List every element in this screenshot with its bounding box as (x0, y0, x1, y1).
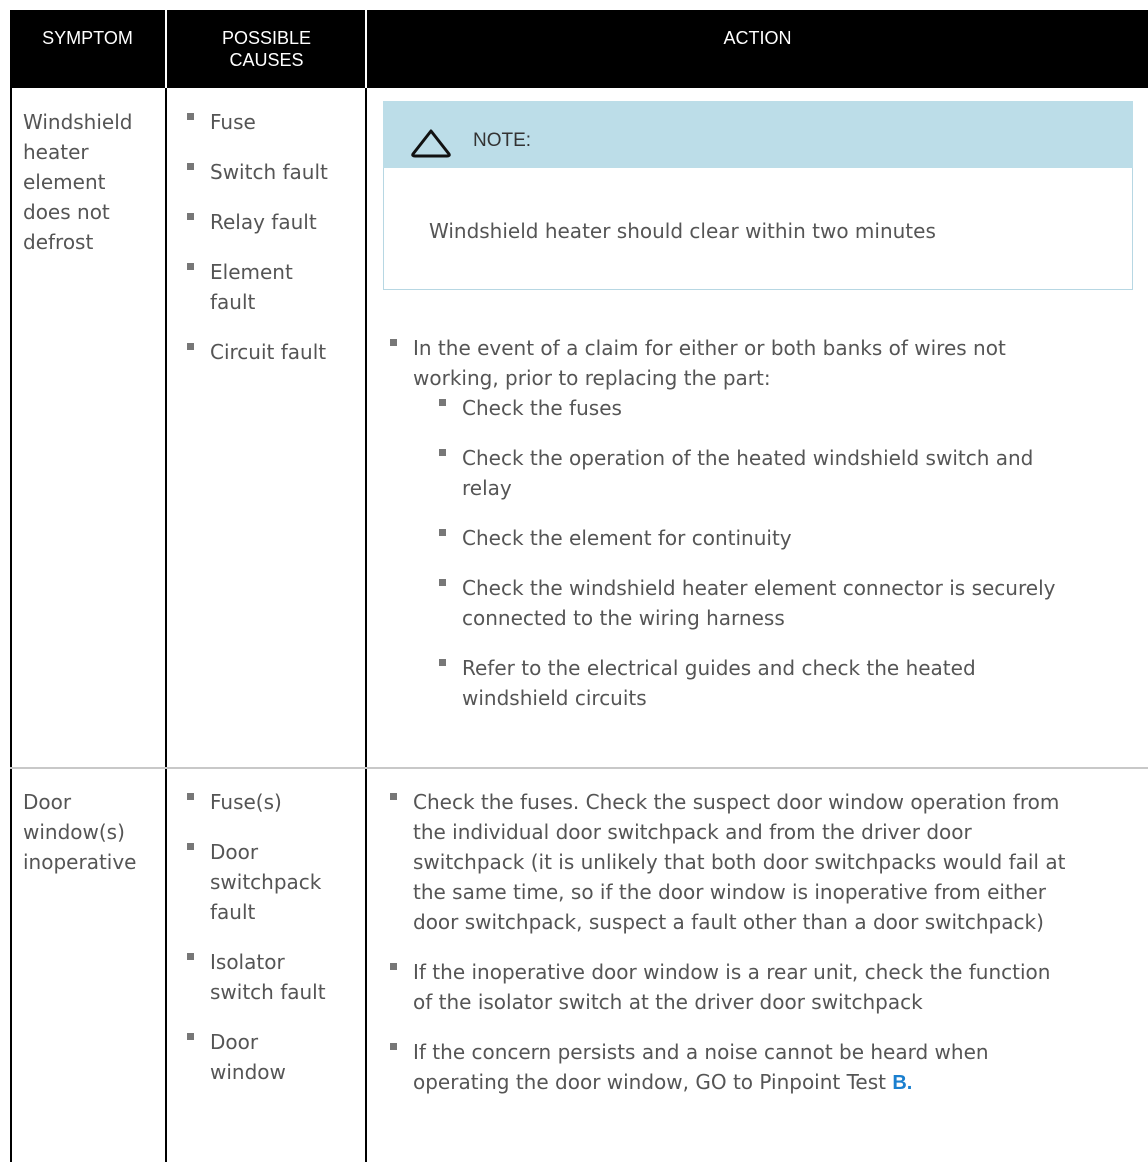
note-title: NOTE: (473, 130, 532, 151)
cause-item: Circuit fault (183, 337, 363, 367)
cause-item: Fuse (183, 107, 363, 137)
cause-item: Element fault (183, 257, 363, 317)
cause-item: Switch fault (183, 157, 363, 187)
causes-cell: Fuse Switch fault Relay fault Element fau… (183, 107, 363, 367)
symptom-cell: Door window(s) inoperative (23, 790, 137, 874)
sub-action-item: Refer to the electrical guides and check… (435, 653, 1141, 713)
action-item: If the concern persists and a noise cann… (386, 1037, 1146, 1098)
action-cell: Check the fuses. Check the suspect door … (386, 787, 1146, 1098)
column-divider (165, 88, 167, 1162)
note-body: Windshield heater should clear within tw… (383, 168, 1133, 290)
sub-action-item: Check the fuses (435, 393, 1141, 423)
column-divider (365, 88, 367, 1162)
header-divider (165, 10, 167, 88)
causes-cell: Fuse(s) Door switchpack fault Isolator swit… (183, 787, 363, 1087)
cause-item: Relay fault (183, 207, 363, 237)
sub-action-item: Check the operation of the heated windsh… (435, 443, 1141, 503)
cause-item: Door switchpack fault (183, 837, 363, 927)
header-symptom: SYMPTOM (42, 28, 133, 48)
cause-item: Fuse(s) (183, 787, 363, 817)
diagnostic-table: SYMPTOM POSSIBLE CAUSES ACTION Windshiel… (0, 0, 1148, 1162)
pinpoint-test-b-link[interactable]: B. (892, 1072, 912, 1094)
cause-item: Isolator switch fault (183, 947, 363, 1007)
symptom-cell: Windshield heater element does not defro… (23, 110, 133, 254)
row-divider (10, 767, 1148, 769)
action-item: Check the fuses. Check the suspect door … (386, 787, 1146, 937)
cause-item: Door window (183, 1027, 363, 1087)
sub-action-item: Check the element for continuity (435, 523, 1141, 553)
header-possible-causes: POSSIBLE CAUSES (221, 28, 312, 70)
note-text: Windshield heater should clear within tw… (429, 219, 936, 243)
action-item: If the inoperative door window is a rear… (386, 957, 1146, 1017)
header-divider (365, 10, 367, 88)
header-action: ACTION (723, 28, 792, 48)
table-border-left (10, 10, 12, 1162)
action-cell: In the event of a claim for either or bo… (386, 333, 1141, 713)
sub-action-item: Check the windshield heater element conn… (435, 573, 1141, 633)
warning-triangle-icon (411, 129, 451, 158)
action-item: In the event of a claim for either or bo… (386, 333, 1141, 713)
